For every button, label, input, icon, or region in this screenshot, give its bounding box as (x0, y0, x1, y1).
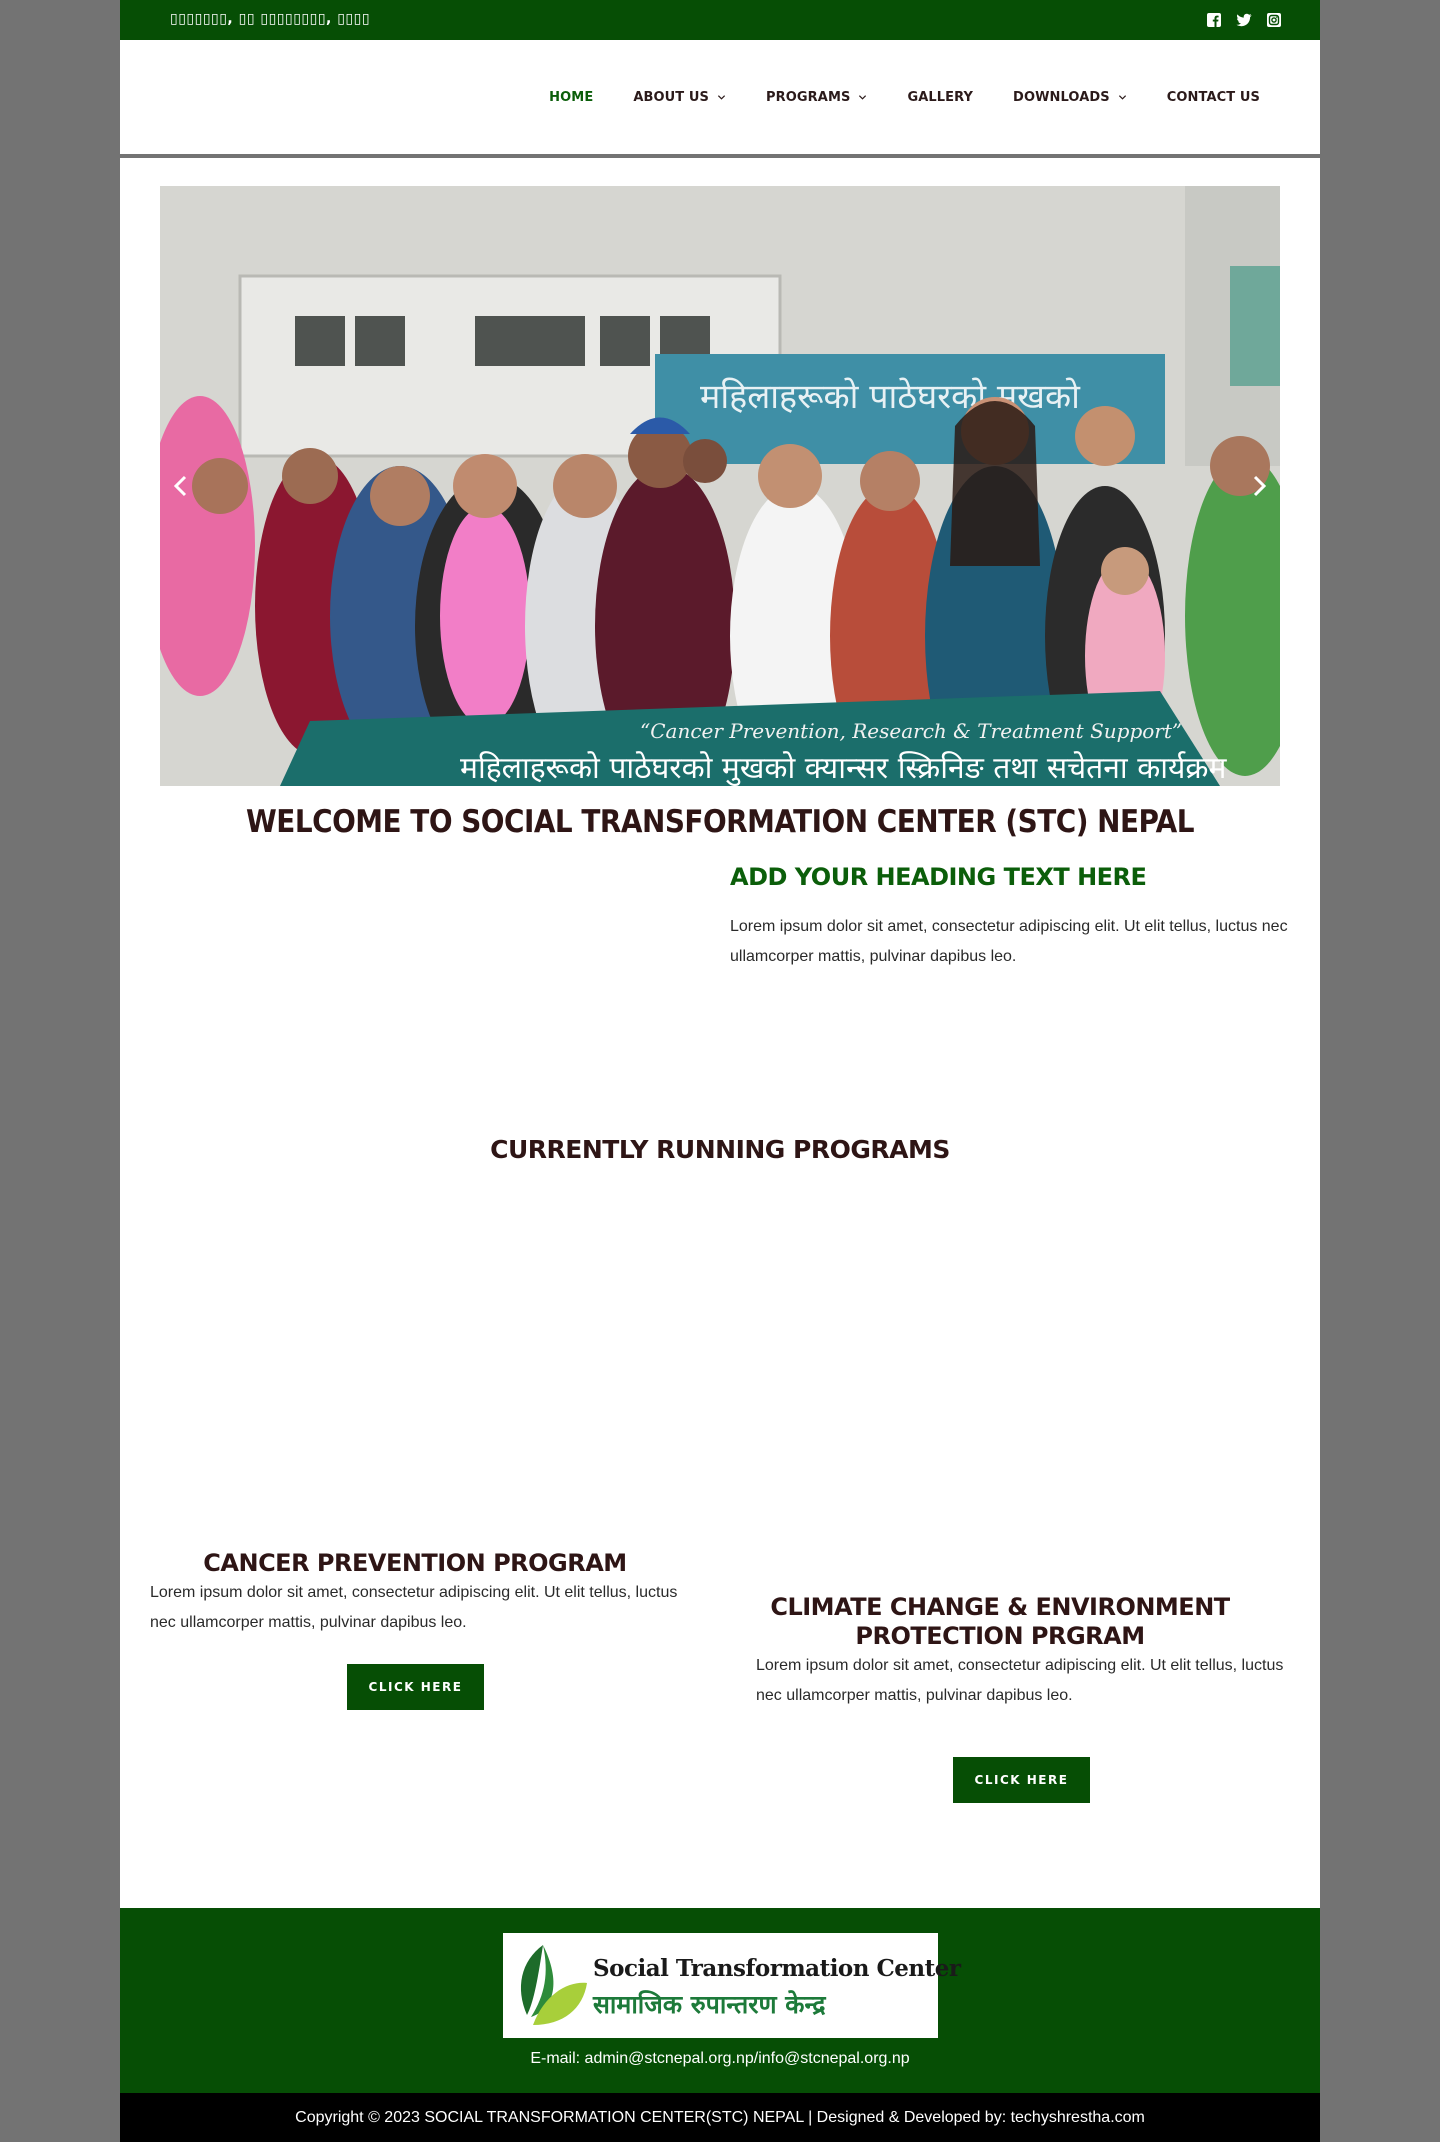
top-bar: ▯▯▯▯▯▯▯, ▯▯ ▯▯▯▯▯▯▯▯, ▯▯▯▯ (120, 0, 1320, 40)
program-title-cancer: CANCER PREVENTION PROGRAM (203, 1549, 627, 1577)
slider-next-arrow-icon[interactable] (1248, 473, 1270, 499)
programs-heading: CURRENTLY RUNNING PROGRAMS (490, 1135, 950, 1164)
program-text-cancer: Lorem ipsum dolor sit amet, consectetur … (150, 1584, 678, 1631)
hero-banner-top-text: महिलाहरूको पाठेघरको मुखको (700, 377, 1081, 418)
slider-prev-arrow-icon[interactable] (170, 473, 192, 499)
welcome-title: WELCOME TO SOCIAL TRANSFORMATION CENTER … (246, 804, 1195, 840)
logo-text-english: Social Transformation Center (593, 1955, 961, 1982)
hero-banner-bottom-text: महिलाहरूको पाठेघरको मुखको क्यान्सर स्क्र… (460, 751, 1227, 786)
nav-item-contact-us[interactable]: CONTACT US (1147, 90, 1260, 105)
nav-item-label: DOWNLOADS (1013, 90, 1110, 105)
nav-item-gallery[interactable]: GALLERY (887, 90, 993, 105)
address-text: ▯▯▯▯▯▯▯, ▯▯ ▯▯▯▯▯▯▯▯, ▯▯▯▯ (170, 11, 371, 27)
twitter-icon[interactable] (1236, 12, 1252, 28)
footer-email[interactable]: E-mail: admin@stcnepal.org.np/info@stcne… (120, 2050, 1320, 2068)
hero-slider[interactable]: महिलाहरूको पाठेघरको मुखको “Cancer Preven… (160, 186, 1280, 786)
click-here-button-cancer[interactable]: CLICK HERE (347, 1664, 484, 1710)
nav-item-label: GALLERY (907, 90, 974, 105)
site-footer: Social Transformation Center सामाजिक रुप… (120, 1908, 1320, 2093)
instagram-icon[interactable] (1266, 12, 1282, 28)
intro-text: Lorem ipsum dolor sit amet, consectetur … (730, 918, 1288, 965)
nav-item-downloads[interactable]: DOWNLOADS (993, 90, 1147, 105)
social-links (1206, 12, 1282, 28)
chevron-down-icon (859, 95, 867, 100)
program-title-climate: CLIMATE CHANGE & ENVIRONMENT PROTECTION … (770, 1593, 1230, 1650)
facebook-icon[interactable] (1206, 12, 1222, 28)
nav-item-about-us[interactable]: ABOUT US (613, 90, 746, 105)
copyright-bar: Copyright © 2023 SOCIAL TRANSFORMATION C… (120, 2093, 1320, 2142)
site-header: HOME ABOUT US PROGRAMS GALLERY DOWNLOADS… (120, 40, 1320, 158)
main-nav: HOME ABOUT US PROGRAMS GALLERY DOWNLOADS… (529, 90, 1260, 105)
nav-item-label: ABOUT US (633, 90, 710, 105)
hero-banner-caption: “Cancer Prevention, Research & Treatment… (640, 719, 1182, 743)
click-here-button-climate[interactable]: CLICK HERE (953, 1757, 1090, 1803)
nav-item-label: PROGRAMS (766, 90, 851, 105)
logo-text-nepali: सामाजिक रुपान्तरण केन्द्र (593, 1990, 826, 2019)
nav-item-label: CONTACT US (1166, 90, 1260, 105)
footer-logo[interactable]: Social Transformation Center सामाजिक रुप… (503, 1933, 961, 2038)
program-text-climate: Lorem ipsum dolor sit amet, consectetur … (756, 1657, 1284, 1704)
intro-heading: ADD YOUR HEADING TEXT HERE (730, 863, 1147, 891)
chevron-down-icon (1118, 95, 1126, 100)
chevron-down-icon (717, 95, 726, 100)
hero-photo: महिलाहरूको पाठेघरको मुखको “Cancer Preven… (160, 186, 1280, 786)
nav-item-programs[interactable]: PROGRAMS (746, 90, 887, 105)
leaf-logo-icon (520, 1945, 587, 2025)
nav-item-label: HOME (549, 90, 594, 105)
page-container: ▯▯▯▯▯▯▯, ▯▯ ▯▯▯▯▯▯▯▯, ▯▯▯▯ HOME ABOUT US… (120, 0, 1320, 2142)
nav-item-home[interactable]: HOME (529, 90, 613, 105)
